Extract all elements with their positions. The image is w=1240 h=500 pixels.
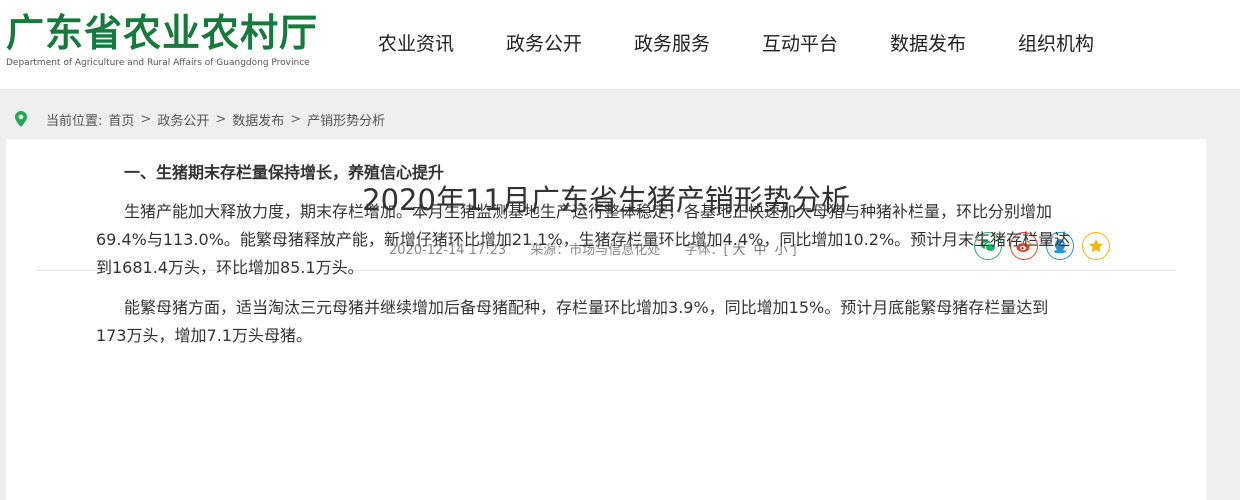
- section-heading: 一、生猪期末存栏量保持增长，养殖信心提升: [124, 163, 445, 182]
- location-pin-icon: [6, 111, 36, 127]
- site-header: 广东省农业农村厅 Department of Agriculture and R…: [0, 0, 1240, 90]
- breadcrumb-gov-affairs-open[interactable]: 政务公开: [157, 110, 209, 129]
- nav-item-organization[interactable]: 组织机构: [992, 0, 1120, 88]
- breadcrumb-separator: >: [290, 111, 302, 127]
- breadcrumb: 当前位置: 首页 > 政务公开 > 数据发布 > 产销形势分析: [0, 100, 1240, 138]
- nav-item-agri-news[interactable]: 农业资讯: [352, 0, 480, 88]
- logo-chinese-name: 广东省农业农村厅: [6, 10, 319, 55]
- breadcrumb-separator: >: [215, 111, 227, 127]
- nav-item-interaction[interactable]: 互动平台: [736, 0, 864, 88]
- article-paragraph: 生猪产能加大释放力度，期末存栏增加。本月生猪监测基地生产运行整体稳定，各基地正快…: [96, 198, 1114, 282]
- site-logo[interactable]: 广东省农业农村厅 Department of Agriculture and R…: [6, 10, 336, 68]
- paragraph-line: 到1681.4万头，环比增加85.1万头。: [96, 258, 364, 277]
- article-paragraph: 能繁母猪方面，适当淘汰三元母猪并继续增加后备母猪配种，存栏量环比增加3.9%，同…: [96, 294, 1114, 350]
- paragraph-line: 173万头，增加7.1万头母猪。: [96, 326, 312, 345]
- breadcrumb-label: 当前位置:: [46, 113, 103, 129]
- logo-english-name: Department of Agriculture and Rural Affa…: [6, 58, 310, 68]
- breadcrumb-current-page[interactable]: 产销形势分析: [307, 110, 385, 129]
- article-body: 一、生猪期末存栏量保持增长，养殖信心提升 生猪产能加大释放力度，期末存栏增加。本…: [96, 160, 1114, 362]
- nav-item-gov-affairs-open[interactable]: 政务公开: [480, 0, 608, 88]
- paragraph-line: 能繁母猪方面，适当淘汰三元母猪并继续增加后备母猪配种，存栏量环比增加3.9%，同…: [124, 298, 1049, 317]
- paragraph-line: 69.4%与113.0%。能繁母猪释放产能，新增仔猪环比增加21.1%，生猪存栏…: [96, 230, 1071, 249]
- main-nav: 农业资讯 政务公开 政务服务 互动平台 数据发布 组织机构: [352, 0, 1120, 88]
- breadcrumb-home[interactable]: 首页: [108, 110, 134, 129]
- nav-item-gov-services[interactable]: 政务服务: [608, 0, 736, 88]
- breadcrumb-separator: >: [140, 111, 152, 127]
- nav-item-data-release[interactable]: 数据发布: [864, 0, 992, 88]
- breadcrumb-data-release[interactable]: 数据发布: [232, 110, 284, 129]
- paragraph-line: 生猪产能加大释放力度，期末存栏增加。本月生猪监测基地生产运行整体稳定，各基地正快…: [124, 202, 1053, 221]
